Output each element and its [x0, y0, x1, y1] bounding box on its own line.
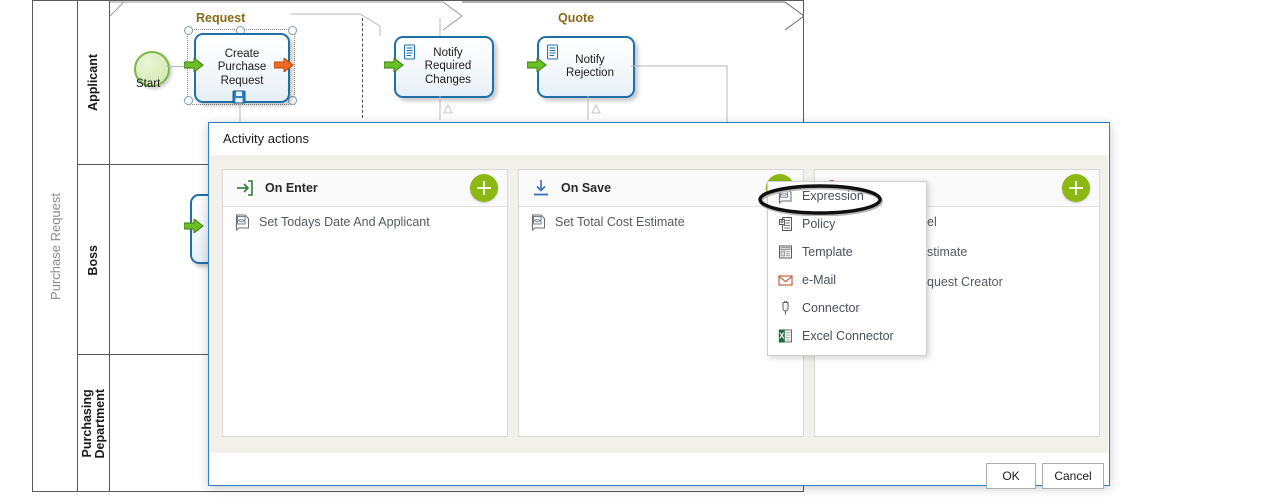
action-item-label: Set Todays Date And Applicant — [259, 215, 430, 229]
phase-label-quote: Quote — [558, 11, 595, 25]
inbound-arrow-icon — [184, 219, 204, 233]
column-header-on-enter: On Enter — [223, 170, 507, 207]
expression-icon: <> — [236, 214, 249, 231]
dialog-body: On Enter <> Set Todays Date And Applican… — [210, 155, 1108, 453]
activity-notify-rejection[interactable]: Notify Rejection — [537, 36, 635, 98]
svg-text:X: X — [779, 332, 785, 341]
inbound-arrow-icon — [527, 58, 547, 72]
template-icon — [779, 245, 792, 259]
menu-item-label: Template — [802, 245, 853, 259]
cancel-button[interactable]: Cancel — [1042, 463, 1104, 489]
activity-notify-required-changes[interactable]: Notify Required Changes — [394, 36, 494, 98]
pool-label-wrap: Purchase Request — [32, 0, 78, 492]
document-task-icon — [547, 44, 558, 60]
action-item-label: Set Total Cost Estimate — [555, 215, 685, 229]
menu-item-excel-connector[interactable]: X Excel Connector — [768, 322, 926, 350]
svg-text:<>: <> — [238, 217, 246, 224]
menu-item-label: Expression — [802, 189, 864, 203]
policy-icon — [779, 217, 792, 231]
start-event-label: Start — [136, 78, 161, 90]
ok-button[interactable]: OK — [986, 463, 1036, 489]
menu-item-label: Policy — [802, 217, 836, 231]
svg-text:<>: <> — [781, 192, 788, 198]
action-item-label: el — [927, 215, 937, 229]
phase-divider — [362, 18, 363, 118]
dialog-title: Activity actions — [209, 123, 1109, 155]
phase-label-request: Request — [196, 11, 246, 25]
column-on-save: On Save <> Set Total Cost Estimate — [518, 169, 804, 437]
email-icon — [778, 275, 793, 286]
menu-item-connector[interactable]: Connector — [768, 294, 926, 322]
outbound-arrow-icon — [274, 58, 294, 72]
column-title: On Enter — [265, 181, 318, 195]
save-badge-icon — [232, 90, 246, 104]
document-task-icon — [404, 44, 415, 60]
add-action-button-on-exit[interactable] — [1062, 174, 1090, 202]
activity-label: Notify Rejection — [566, 53, 614, 80]
resize-handle-nw[interactable] — [184, 26, 193, 35]
activity-label: Notify Required Changes — [424, 46, 472, 86]
save-download-icon — [534, 180, 548, 196]
activity-actions-dialog[interactable]: Activity actions On Enter <> Set Todays … — [208, 122, 1110, 489]
action-item-label: quest Creator — [927, 275, 1003, 289]
resize-handle-sw[interactable] — [184, 96, 193, 105]
action-item-label: stimate — [927, 245, 968, 259]
enter-arrow-icon — [237, 180, 253, 196]
dialog-footer: OK Cancel — [210, 453, 1108, 489]
menu-item-template[interactable]: Template — [768, 238, 926, 266]
inbound-arrow-icon — [184, 58, 204, 72]
excel-connector-icon: X — [778, 329, 792, 343]
connector-icon — [782, 300, 789, 315]
menu-item-label: Connector — [802, 301, 860, 315]
activity-label: Create Purchase Request — [217, 47, 267, 87]
menu-item-expression[interactable]: <> Expression — [768, 182, 926, 210]
action-item[interactable]: <> Set Total Cost Estimate — [519, 207, 803, 237]
expression-icon: <> — [532, 214, 545, 231]
menu-item-label: Excel Connector — [802, 329, 894, 343]
action-item[interactable]: <> Set Todays Date And Applicant — [223, 207, 507, 237]
add-action-dropdown-menu[interactable]: <> Expression Policy Template e-Mail Con… — [767, 181, 927, 356]
expression-icon: <> — [779, 188, 792, 204]
menu-item-policy[interactable]: Policy — [768, 210, 926, 238]
column-on-enter: On Enter <> Set Todays Date And Applican… — [222, 169, 508, 437]
svg-text:<>: <> — [534, 217, 542, 224]
menu-item-label: e-Mail — [802, 273, 837, 287]
column-title: On Save — [561, 181, 612, 195]
add-action-button-on-enter[interactable] — [470, 174, 498, 202]
resize-handle-ne[interactable] — [288, 26, 297, 35]
menu-item-email[interactable]: e-Mail — [768, 266, 926, 294]
inbound-arrow-icon — [384, 58, 404, 72]
column-header-on-save: On Save — [519, 170, 803, 207]
pool-label: Purchase Request — [47, 192, 63, 300]
